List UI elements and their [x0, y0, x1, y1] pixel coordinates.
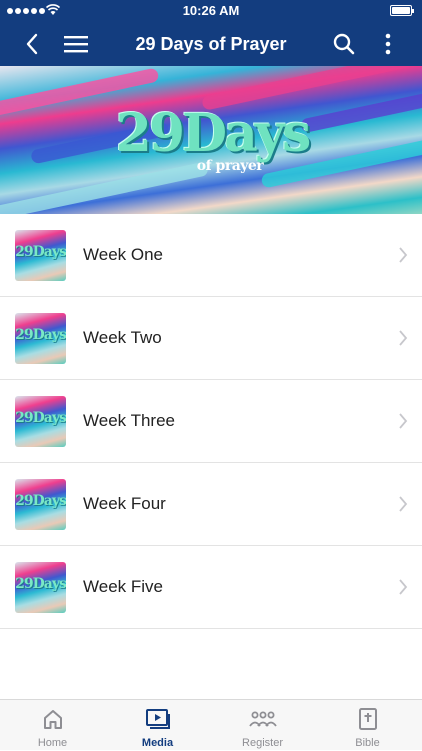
list-item-week-five[interactable]: 29Days Week Five — [0, 546, 422, 629]
list-item-label: Week Four — [83, 494, 166, 513]
list-item-label: Week Three — [83, 411, 175, 430]
more-vertical-icon — [385, 33, 391, 55]
list-item-label: Week One — [83, 245, 164, 264]
chevron-right-icon — [399, 247, 408, 263]
series-banner-image: 29Days of prayer — [0, 66, 422, 214]
media-icon — [145, 709, 170, 729]
list-item-week-three[interactable]: 29Days Week Three — [0, 380, 422, 463]
battery-icon — [390, 5, 414, 16]
logo-main-text: 29Days — [115, 103, 312, 164]
tab-bar: Home Media Register Bible — [0, 699, 422, 750]
weeks-list: 29Days Week One 29Days Week Two 29Days W… — [0, 214, 422, 629]
status-time: 10:26 AM — [182, 3, 240, 18]
tab-register[interactable]: Register — [210, 700, 315, 751]
status-bar: 10:26 AM — [0, 0, 422, 22]
series-thumbnail: 29Days — [15, 313, 66, 364]
list-item-week-four[interactable]: 29Days Week Four — [0, 463, 422, 546]
list-item-label: Week Two — [83, 328, 162, 347]
series-thumbnail: 29Days — [15, 230, 66, 281]
series-logo: 29Days of prayer — [106, 104, 318, 184]
list-item-week-two[interactable]: 29Days Week Two — [0, 297, 422, 380]
list-item-label: Week Five — [83, 577, 163, 596]
tab-home[interactable]: Home — [0, 700, 105, 751]
tab-label: Media — [141, 737, 174, 749]
search-icon — [333, 33, 355, 55]
tab-label: Home — [37, 737, 68, 749]
series-thumbnail: 29Days — [15, 479, 66, 530]
home-icon — [43, 710, 62, 729]
chevron-right-icon — [399, 579, 408, 595]
series-thumbnail: 29Days — [15, 562, 66, 613]
logo-sub-text: of prayer — [196, 158, 264, 174]
navigation-bar: 29 Days of Prayer — [0, 22, 422, 66]
bible-icon — [358, 708, 377, 730]
list-item-week-one[interactable]: 29Days Week One — [0, 214, 422, 297]
tab-label: Register — [242, 737, 283, 749]
tab-bible[interactable]: Bible — [315, 700, 420, 751]
tab-label: Bible — [355, 737, 380, 749]
chevron-right-icon — [399, 413, 408, 429]
chevron-right-icon — [399, 496, 408, 512]
tab-media[interactable]: Media — [105, 700, 210, 751]
search-button[interactable] — [326, 22, 362, 66]
more-options-button[interactable] — [370, 22, 406, 66]
chevron-right-icon — [399, 330, 408, 346]
people-icon — [248, 711, 277, 727]
series-thumbnail: 29Days — [15, 396, 66, 447]
